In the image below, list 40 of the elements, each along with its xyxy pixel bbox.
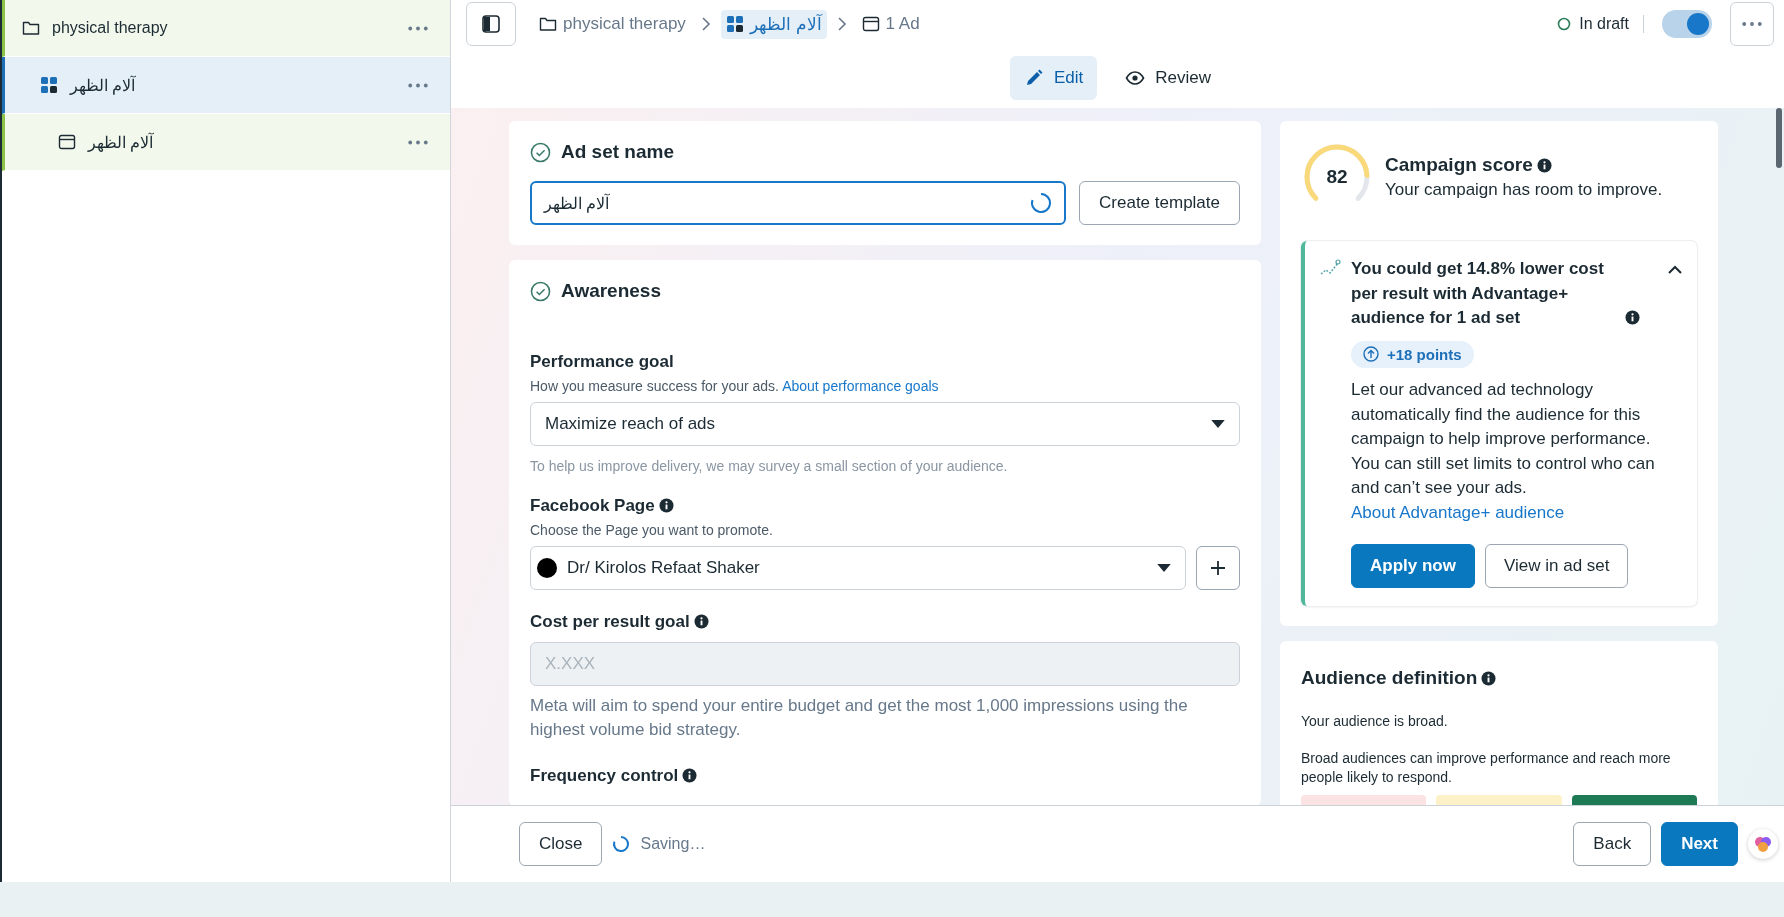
- card-title: Campaign score: [1385, 154, 1533, 175]
- sidebar-item[interactable]: physical therapy: [2, 0, 450, 57]
- section-title: Ad set name: [561, 141, 674, 163]
- tab[interactable]: Edit: [1009, 56, 1098, 100]
- points-badge: +18 points: [1351, 340, 1474, 368]
- score-subtitle: Your campaign has room to improve.: [1385, 180, 1663, 200]
- card-title: Audience definition: [1301, 666, 1478, 688]
- audience-description: Broad audiences can improve performance and reach more people likely to respond.: [1301, 748, 1672, 787]
- breadcrumb-link[interactable]: آلام الظهر: [720, 9, 827, 39]
- field-label: Performance goal: [530, 352, 675, 372]
- score-value: 82: [1326, 166, 1348, 188]
- sidebar-item[interactable]: آلام الظهر: [2, 114, 450, 171]
- note-text: To help us improve delivery, we may survey a small section of your audience.: [530, 458, 1009, 474]
- ad-set-name-field[interactable]: آلام الظهر: [530, 181, 1067, 225]
- section-title: Awareness: [561, 280, 661, 302]
- apply-button[interactable]: Apply now: [1351, 543, 1475, 588]
- facebook-page-dropdown[interactable]: Dr/ Kirolos Refaat Shaker: [530, 546, 1186, 590]
- create-template-button[interactable]: Create template: [1079, 181, 1240, 225]
- description-text: Meta will aim to spend your entire budget and get the most 1,000 impressions using the highest volume bid strategy.: [530, 695, 1189, 741]
- breadcrumb-link[interactable]: physical therapy: [534, 10, 691, 38]
- help-text: Choose the Page you want to promote.: [530, 522, 774, 538]
- about-link[interactable]: About Advantage+ audience: [1351, 503, 1565, 523]
- close-button[interactable]: Close: [519, 822, 603, 866]
- recommendation-text: Let our advanced ad technology automatically find the audience for this campaign to help improve performance. You can still set limits to control who can and can’t see your ads. About Advantage+ audience: [1351, 378, 1656, 525]
- field-label: Facebook Page: [530, 496, 655, 515]
- field-label: Frequency control: [530, 765, 679, 785]
- back-button[interactable]: Back: [1573, 822, 1652, 866]
- field-label: Cost per result goal: [530, 612, 690, 631]
- status-text: In draft: [1579, 15, 1629, 33]
- help-text: How you measure success for your ads. About performance goals: [530, 378, 940, 394]
- about-link[interactable]: About performance goals: [782, 378, 939, 394]
- breadcrumb-link[interactable]: 1 Ad: [856, 10, 925, 38]
- tab[interactable]: Review: [1111, 56, 1225, 100]
- sidebar-item[interactable]: آلام الظهر: [2, 57, 450, 114]
- performance-goal-dropdown[interactable]: Maximize reach of ads: [530, 402, 1240, 446]
- saving-status: Saving…: [640, 835, 706, 853]
- audience-status-text: Your audience is broad.: [1301, 712, 1449, 729]
- next-button[interactable]: Next: [1661, 822, 1738, 866]
- view-button[interactable]: View in ad set: [1484, 543, 1629, 588]
- recommendation-title: You could get 14.8% lower cost per result with Advantage+ audience for 1 ad set: [1351, 258, 1605, 330]
